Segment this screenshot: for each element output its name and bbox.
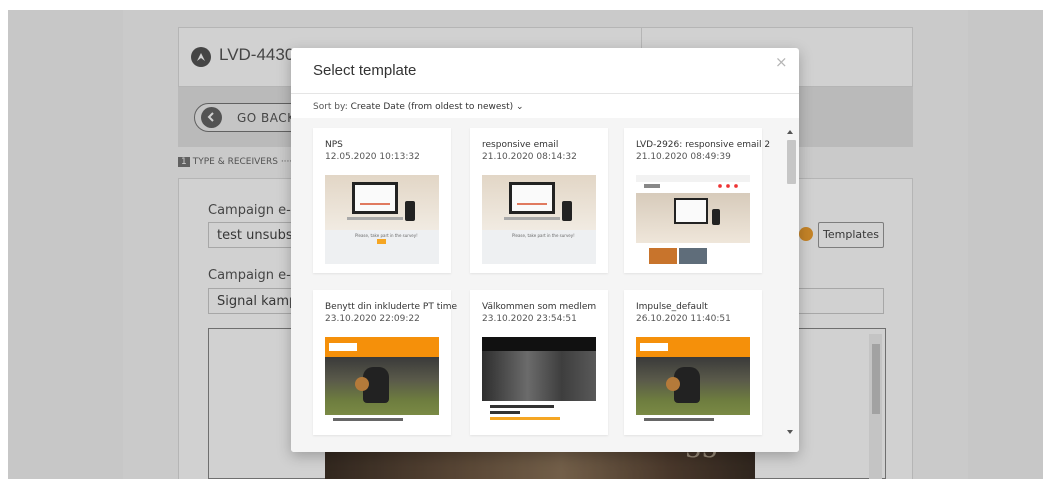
- template-thumbnail: Please, take part in the survey!: [325, 175, 439, 264]
- template-thumbnail: [636, 175, 750, 264]
- template-name: NPS: [325, 140, 343, 150]
- template-card[interactable]: NPS 12.05.2020 10:13:32 Please, take par…: [313, 128, 451, 273]
- modal-scrollbar-thumb[interactable]: [787, 140, 796, 184]
- template-card[interactable]: Benytt din inkluderte PT time 23.10.2020…: [313, 290, 457, 435]
- template-card[interactable]: Impulse_default 26.10.2020 11:40:51: [624, 290, 762, 435]
- modal-scrollbar[interactable]: [785, 130, 797, 442]
- template-date: 12.05.2020 10:13:32: [325, 152, 420, 162]
- template-name: Benytt din inkluderte PT time: [325, 302, 458, 312]
- template-date: 26.10.2020 11:40:51: [636, 314, 731, 324]
- template-card[interactable]: Välkommen som medlem 23.10.2020 23:54:51: [470, 290, 608, 435]
- template-date: 21.10.2020 08:49:39: [636, 152, 731, 162]
- thumbnail-caption: Please, take part in the survey!: [512, 233, 575, 238]
- template-card[interactable]: responsive email 21.10.2020 08:14:32 Ple…: [470, 128, 608, 273]
- template-name: Välkommen som medlem: [482, 302, 597, 312]
- thumbnail-caption: Please, take part in the survey!: [355, 233, 418, 238]
- sort-dropdown[interactable]: Create Date (from oldest to newest) ⌄: [351, 102, 524, 112]
- modal-title: Select template: [313, 62, 417, 79]
- sort-label: Sort by:: [313, 102, 348, 112]
- scroll-up-icon[interactable]: [787, 130, 793, 134]
- scroll-down-icon[interactable]: [787, 430, 793, 434]
- template-name: Impulse_default: [636, 302, 708, 312]
- template-date: 23.10.2020 22:09:22: [325, 314, 420, 324]
- template-name: LVD-2926: responsive email 2: [636, 140, 771, 150]
- sort-control[interactable]: Sort by: Create Date (from oldest to new…: [313, 102, 524, 112]
- modal-divider: [291, 93, 799, 94]
- template-thumbnail: [325, 337, 439, 426]
- template-date: 23.10.2020 23:54:51: [482, 314, 577, 324]
- template-name: responsive email: [482, 140, 559, 150]
- template-date: 21.10.2020 08:14:32: [482, 152, 577, 162]
- close-icon[interactable]: ×: [775, 53, 788, 71]
- template-thumbnail: [482, 337, 596, 426]
- select-template-modal: Select template × Sort by: Create Date (…: [291, 48, 799, 452]
- template-grid: NPS 12.05.2020 10:13:32 Please, take par…: [291, 118, 799, 452]
- template-card[interactable]: LVD-2926: responsive email 2 21.10.2020 …: [624, 128, 770, 273]
- template-thumbnail: Please, take part in the survey!: [482, 175, 596, 264]
- template-thumbnail: [636, 337, 750, 426]
